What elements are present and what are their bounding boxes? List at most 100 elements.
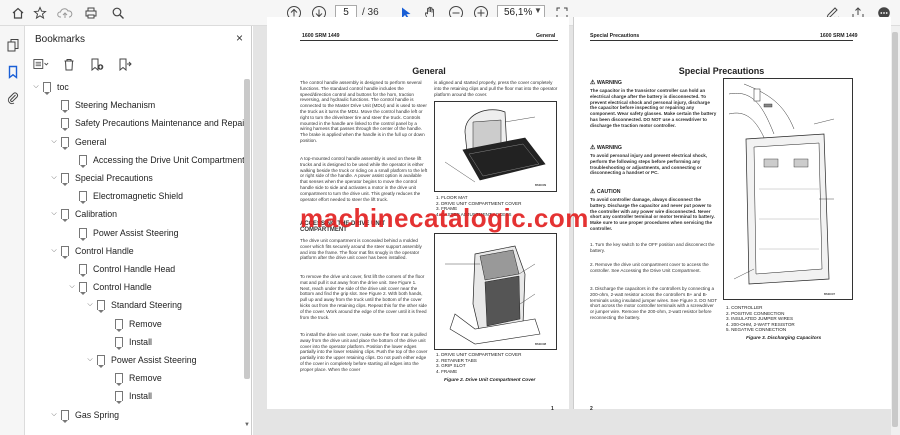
bookmark-icon (61, 209, 69, 223)
panel-title: Bookmarks (35, 34, 86, 45)
expand-bookmark-icon[interactable] (117, 56, 133, 72)
bookmark-icon (97, 355, 105, 368)
bookmark-item[interactable]: ⌵ Power Assist Steering (85, 351, 197, 369)
header-rule (590, 40, 853, 41)
bookmark-item[interactable]: Safety Precautions Maintenance and Repai… (49, 114, 247, 132)
bookmark-icon (61, 118, 69, 132)
paragraph: To remove the drive unit cover, first li… (300, 274, 427, 320)
chevron-down-icon[interactable]: ⌵ (49, 138, 59, 146)
print-icon[interactable] (81, 3, 101, 23)
bookmark-item[interactable]: ⌵ Control Handle (49, 242, 134, 260)
options-menu-icon[interactable] (33, 56, 49, 72)
close-panel-icon[interactable]: × (236, 31, 243, 45)
chevron-down-icon[interactable]: ⌵ (49, 210, 59, 218)
paragraph: To install the drive unit cover, make su… (300, 332, 428, 372)
figure-legend: 1. DRIVE UNIT COMPARTMENT COVER 2. RETAI… (436, 352, 522, 374)
bookmark-label: Safety Precautions Maintenance and Repai… (75, 118, 247, 129)
figure-caption: Figure 2. Drive Unit Compartment Cover (444, 378, 536, 383)
caution-triangle-icon: ⚠ (590, 189, 596, 195)
page-header-left: 1600 SRM 1449 (302, 33, 340, 39)
bookmark-item[interactable]: ⌵ toc (31, 78, 69, 96)
chevron-down-icon[interactable]: ⌵ (67, 283, 77, 291)
bookmark-label: General (75, 136, 107, 147)
bookmark-label: Control Handle (75, 245, 134, 256)
bookmark-item[interactable]: ⌵ Gas Spring (49, 406, 119, 424)
svg-text:BM0009: BM0009 (535, 183, 547, 187)
warning-heading: ⚠ WARNING (590, 145, 622, 151)
bookmark-icon (61, 409, 69, 423)
bookmark-item[interactable]: ⌵ Special Precautions (49, 169, 153, 187)
bookmark-item[interactable]: ⌵ Calibration (49, 205, 117, 223)
page-header-right: General (536, 33, 556, 39)
chevron-down-icon[interactable]: ⌵ (85, 356, 95, 364)
home-icon[interactable] (8, 3, 28, 23)
page-header-left: Special Precautions (590, 33, 640, 39)
watermark-text: machinecatalogic.com (300, 203, 589, 233)
scroll-down-icon[interactable]: ▼ (244, 422, 250, 428)
bookmark-icon (115, 391, 123, 405)
chevron-down-icon[interactable]: ⌵ (31, 83, 41, 91)
bookmark-icon (79, 154, 87, 168)
new-bookmark-icon[interactable] (89, 56, 105, 72)
bookmark-label: Steering Mechanism (75, 100, 156, 111)
chevron-down-icon[interactable]: ⌵ (49, 247, 59, 255)
delete-bookmark-icon[interactable] (61, 56, 77, 72)
viewer-scroll-thumb[interactable] (892, 32, 898, 427)
search-icon[interactable] (108, 3, 128, 23)
paragraph: The control handle assembly is designed … (300, 80, 427, 143)
bookmark-label: Special Precautions (75, 173, 153, 183)
thumbnails-icon[interactable] (4, 36, 21, 53)
left-sidebar (0, 26, 25, 435)
bookmark-tools (33, 54, 133, 74)
page-title-right: Special Precautions (678, 66, 765, 76)
bookmark-icon (61, 173, 69, 186)
bookmark-star-icon[interactable] (30, 3, 50, 23)
bookmark-icon (61, 100, 69, 114)
bookmark-item[interactable]: Install (103, 333, 152, 351)
bookmark-item[interactable]: Accessing the Drive Unit Compartment (67, 151, 245, 169)
warning-triangle-icon: ⚠ (590, 145, 596, 151)
warning-heading: ⚠ WARNING (590, 80, 622, 86)
bookmark-item[interactable]: ⌵ Control Handle (67, 278, 152, 296)
bookmark-label: Electromagnetic Shield (93, 191, 183, 202)
attachment-icon[interactable] (4, 89, 21, 106)
warning-text: The capacitor in the transistor controll… (590, 88, 717, 128)
bookmark-label: Remove (129, 318, 162, 329)
step-item: 3. Discharge the capacitors in the contr… (590, 286, 718, 320)
bookmark-label: toc (57, 82, 69, 92)
figure-caption: Figure 3. Discharging Capacitors (746, 336, 822, 341)
bookmarks-panel-icon[interactable] (4, 63, 21, 80)
panel-scrollbar[interactable] (244, 79, 250, 379)
page-number: 2 (590, 406, 593, 412)
bookmark-item[interactable]: Control Handle Head (67, 260, 175, 278)
viewer-scrollbar[interactable] (891, 26, 900, 435)
chevron-down-icon[interactable]: ▼ (534, 6, 542, 15)
svg-text:BM0007: BM0007 (824, 292, 836, 296)
chevron-down-icon[interactable]: ⌵ (85, 301, 95, 309)
bookmark-icon (79, 227, 87, 241)
page-number: 1 (551, 406, 554, 412)
cloud-upload-icon[interactable] (55, 3, 75, 23)
bookmark-item[interactable]: Install (103, 387, 152, 405)
step-item: 2. Remove the drive unit compartment cov… (590, 262, 709, 273)
bookmark-item[interactable]: Power Assist Steering (67, 224, 179, 242)
page-title-left: General (412, 66, 446, 76)
bookmark-item[interactable]: ⌵ General (49, 133, 106, 151)
chevron-down-icon[interactable]: ⌵ (49, 411, 59, 419)
caution-heading: ⚠ CAUTION (590, 189, 621, 195)
step-item: 1. Turn the key switch to the OFF positi… (590, 242, 715, 253)
svg-text:BM0008: BM0008 (535, 342, 547, 346)
bookmark-item[interactable]: Electromagnetic Shield (67, 187, 183, 205)
bookmark-label: Gas Spring (75, 409, 120, 420)
bookmark-tree: ⌵ toc Steering Mechanism Safety Precautions… (25, 78, 247, 430)
bookmark-item[interactable]: Remove (103, 369, 162, 387)
figure-discharging-capacitors: BM0007 (723, 78, 853, 300)
bookmark-item[interactable]: Steering Mechanism (49, 96, 155, 114)
bookmark-item[interactable]: Remove (103, 315, 162, 333)
chevron-down-icon[interactable]: ⌵ (49, 174, 59, 182)
caution-text: To avoid controller damage, always disco… (590, 197, 715, 231)
bookmark-label: Power Assist Steering (93, 227, 179, 238)
bookmark-item[interactable]: ⌵ Standard Steering (85, 296, 182, 314)
paragraph: is aligned and started properly, press t… (434, 80, 558, 97)
figure-drive-unit-cover: BM0008 (434, 233, 557, 350)
